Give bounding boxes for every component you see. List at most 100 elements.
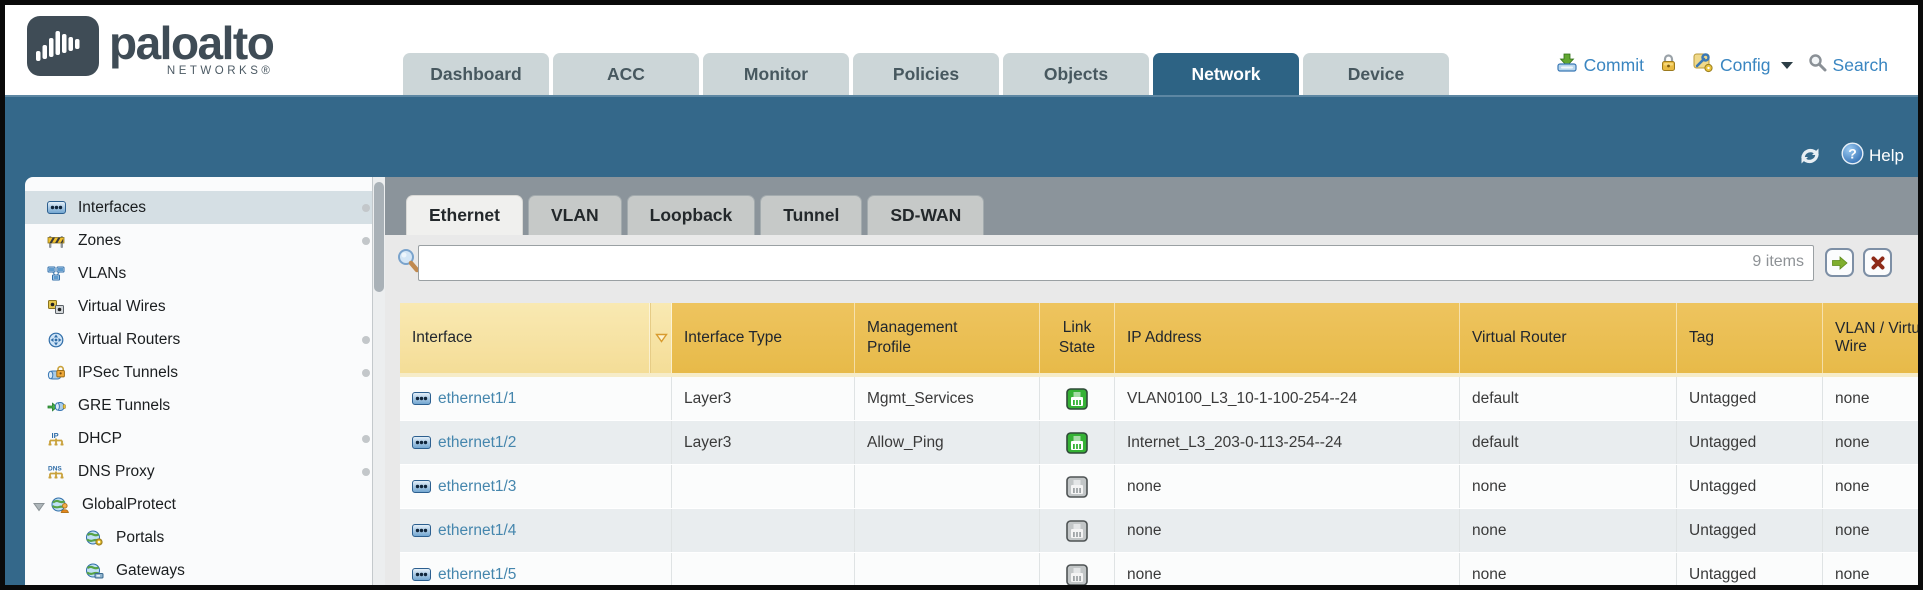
table-row[interactable]: ethernet1/3nonenoneUntaggednone <box>400 465 1918 509</box>
main-tab-policies[interactable]: Policies <box>853 53 999 95</box>
main-tab-objects[interactable]: Objects <box>1003 53 1149 95</box>
interface-link[interactable]: ethernet1/4 <box>438 522 516 540</box>
cell-link-state <box>1040 377 1115 420</box>
status-dot <box>362 204 370 212</box>
clear-filter-button[interactable] <box>1863 248 1892 277</box>
subtab-tunnel[interactable]: Tunnel <box>760 195 862 235</box>
column-header-interface[interactable]: Interface <box>400 303 650 373</box>
sidebar-item-interfaces[interactable]: Interfaces <box>25 191 372 224</box>
main-tab-acc[interactable]: ACC <box>553 53 699 95</box>
status-dot <box>362 369 370 377</box>
sidebar-item-virtual-routers[interactable]: Virtual Routers <box>25 323 372 356</box>
svg-text:DNS: DNS <box>48 465 62 472</box>
interface-link[interactable]: ethernet1/2 <box>438 434 516 452</box>
subtab-ethernet[interactable]: Ethernet <box>406 195 523 235</box>
cell-virtual-router: default <box>1460 421 1677 464</box>
ethernet-port-icon <box>412 436 431 449</box>
column-header-interface-type[interactable]: Interface Type <box>672 303 855 373</box>
sidebar: InterfacesZones VLANs Virtual Wires Virtual… <box>25 177 385 585</box>
interface-link[interactable]: ethernet1/5 <box>438 566 516 584</box>
main-tab-dashboard[interactable]: Dashboard <box>403 53 549 95</box>
subtab-sd-wan[interactable]: SD-WAN <box>867 195 984 235</box>
cell-vlan-virtual-wire: none <box>1823 377 1918 420</box>
cell-link-state <box>1040 509 1115 552</box>
status-dot <box>362 468 370 476</box>
config-menu-button[interactable]: Config <box>1693 53 1793 78</box>
expander-icon[interactable] <box>33 499 45 509</box>
sort-dropdown-icon[interactable] <box>650 303 672 373</box>
sidebar-scrollbar <box>372 177 385 585</box>
search-button[interactable]: Search <box>1808 53 1888 77</box>
column-header-virtual-router[interactable]: Virtual Router <box>1460 303 1677 373</box>
commit-icon <box>1556 52 1578 78</box>
table-row[interactable]: ethernet1/5nonenoneUntaggednone <box>400 553 1918 585</box>
help-button[interactable]: ? Help <box>1841 142 1904 170</box>
commit-label: Commit <box>1584 55 1644 76</box>
chevron-down-icon <box>1781 62 1793 69</box>
gre-tunnels-icon <box>47 397 69 415</box>
cell-interface: ethernet1/5 <box>400 553 672 585</box>
lock-icon[interactable] <box>1659 53 1678 77</box>
main-tab-network[interactable]: Network <box>1153 53 1299 95</box>
filter-input[interactable] <box>418 245 1814 281</box>
config-icon <box>1693 53 1714 78</box>
sidebar-item-ipsec-tunnels[interactable]: IPSec Tunnels <box>25 356 372 389</box>
sidebar-item-zones[interactable]: Zones <box>25 224 372 257</box>
cell-interface: ethernet1/4 <box>400 509 672 552</box>
refresh-icon[interactable] <box>1797 145 1823 167</box>
scrollbar-thumb[interactable] <box>374 182 384 292</box>
status-dot <box>362 237 370 245</box>
cell-virtual-router: default <box>1460 377 1677 420</box>
interface-link[interactable]: ethernet1/3 <box>438 478 516 496</box>
apply-filter-button[interactable] <box>1825 248 1854 277</box>
ethernet-port-icon <box>412 524 431 537</box>
sidebar-item-dhcp[interactable]: IP DHCP <box>25 422 372 455</box>
sidebar-item-globalprotect[interactable]: GlobalProtect <box>25 488 372 521</box>
column-header-management-profile[interactable]: Management Profile <box>855 303 1040 373</box>
interface-link[interactable]: ethernet1/1 <box>438 390 516 408</box>
cell-vlan-virtual-wire: none <box>1823 421 1918 464</box>
table-row[interactable]: ethernet1/4nonenoneUntaggednone <box>400 509 1918 553</box>
status-dot <box>362 336 370 344</box>
cell-ip-address: VLAN0100_L3_10-1-100-254--24 <box>1115 377 1460 420</box>
header-utilities: Commit Config Search <box>1556 45 1888 85</box>
sidebar-item-gateways[interactable]: Gateways <box>25 554 372 585</box>
main-tab-device[interactable]: Device <box>1303 53 1449 95</box>
table-header-row: Interface Interface TypeManagement Profil… <box>400 303 1918 373</box>
svg-text:IP: IP <box>52 431 59 440</box>
top-header: paloalto NETWORKS® DashboardACCMonitorPo… <box>5 5 1918 95</box>
table-row[interactable]: ethernet1/1Layer3Mgmt_ServicesVLAN0100_L… <box>400 377 1918 421</box>
commit-button[interactable]: Commit <box>1556 52 1644 78</box>
virtual-wires-icon <box>47 298 69 316</box>
cell-management-profile <box>855 553 1040 585</box>
column-header-tag[interactable]: Tag <box>1677 303 1823 373</box>
sidebar-item-vlans[interactable]: VLANs <box>25 257 372 290</box>
sidebar-item-portals[interactable]: Portals <box>25 521 372 554</box>
link-state-up-icon <box>1066 432 1088 454</box>
subtab-vlan[interactable]: VLAN <box>528 195 622 235</box>
cell-management-profile: Mgmt_Services <box>855 377 1040 420</box>
subtabs: EthernetVLANLoopbackTunnelSD-WAN <box>406 195 984 235</box>
sidebar-item-virtual-wires[interactable]: Virtual Wires <box>25 290 372 323</box>
column-header-link-state[interactable]: Link State <box>1040 303 1115 373</box>
table-row[interactable]: ethernet1/2Layer3Allow_PingInternet_L3_2… <box>400 421 1918 465</box>
cell-management-profile <box>855 509 1040 552</box>
cell-ip-address: none <box>1115 509 1460 552</box>
main-tab-monitor[interactable]: Monitor <box>703 53 849 95</box>
cell-interface: ethernet1/1 <box>400 377 672 420</box>
column-header-ip-address[interactable]: IP Address <box>1115 303 1460 373</box>
secondary-band: ? Help <box>5 95 1918 177</box>
cell-interface-type <box>672 553 855 585</box>
subtab-loopback[interactable]: Loopback <box>627 195 756 235</box>
config-label: Config <box>1720 55 1771 76</box>
sidebar-item-label: VLANs <box>78 265 126 283</box>
virtual-routers-icon <box>47 331 69 349</box>
cell-tag: Untagged <box>1677 553 1823 585</box>
paloalto-logo: paloalto NETWORKS® <box>27 15 273 77</box>
sidebar-item-label: GRE Tunnels <box>78 397 170 415</box>
sidebar-item-dns-proxy[interactable]: DNSDNS Proxy <box>25 455 372 488</box>
sidebar-item-label: Virtual Wires <box>78 298 166 316</box>
column-header-vlan-virtual-wire[interactable]: VLAN / Virtual Wire <box>1823 303 1918 373</box>
sidebar-item-gre-tunnels[interactable]: GRE Tunnels <box>25 389 372 422</box>
sidebar-item-label: DHCP <box>78 430 122 448</box>
